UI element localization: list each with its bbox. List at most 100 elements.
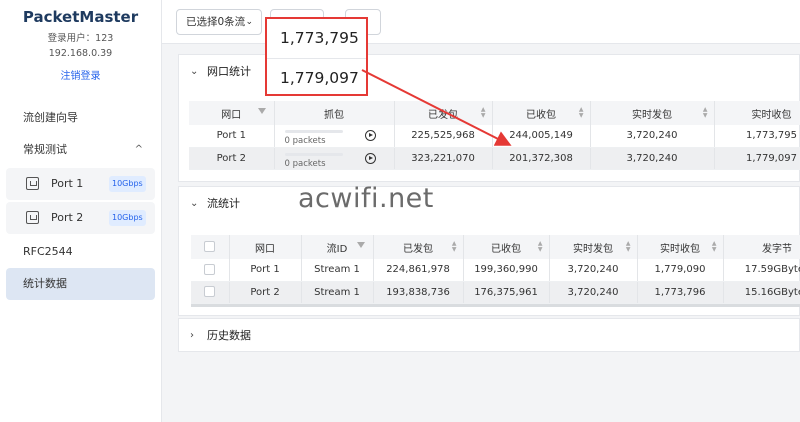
- sidebar-item-regular-test[interactable]: 常规测试 ^: [0, 134, 161, 166]
- device-ip-label: 192.168.0.39: [48, 48, 113, 59]
- sort-icon[interactable]: ▲ ▼: [626, 241, 631, 253]
- row-checkbox-cell: [191, 259, 230, 282]
- col-header-rt-sent[interactable]: 实时发包 ▲ ▼: [590, 101, 715, 125]
- sidebar-item-label: 统计数据: [23, 277, 67, 290]
- callout-value-1: 1,773,795: [280, 29, 359, 47]
- cell-capture: 0 packets: [274, 147, 395, 170]
- table-row: Port 2 Stream 1 193,838,736 176,375,961 …: [191, 281, 800, 304]
- filter-icon[interactable]: [257, 108, 266, 114]
- sort-icon[interactable]: ▲ ▼: [481, 107, 486, 119]
- sidebar-item-statistics[interactable]: 统计数据: [6, 268, 155, 300]
- col-header-rt-recv[interactable]: 实时收包▲▼: [714, 101, 800, 125]
- filter-icon[interactable]: [356, 242, 365, 248]
- history-panel: › 历史数据: [178, 318, 800, 352]
- sidebar-item-label: RFC2544: [23, 245, 73, 258]
- col-header-sent[interactable]: 已发包 ▲ ▼: [394, 101, 493, 125]
- login-user-label: 登录用户：123: [47, 33, 114, 44]
- row-checkbox-cell: [191, 281, 230, 304]
- sidebar-item-rfc2544[interactable]: RFC2544: [0, 236, 161, 268]
- horizontal-scrollbar[interactable]: [191, 303, 800, 307]
- panel-title: 流统计: [207, 197, 240, 210]
- flow-stats-panel: ⌄ 流统计 网口 流ID 已发包 ▲ ▼ 已收包 ▲ ▼ 实时发包 ▲ ▼ 实时收包 ▲ ▼ 发…: [178, 186, 800, 316]
- speed-badge: 10Gbps: [109, 210, 146, 226]
- sidebar: PacketMaster 登录用户：123 192.168.0.39 注销登录 …: [0, 0, 162, 422]
- table-row: Port 2 0 packets 323,221,070 201,372,308…: [189, 147, 800, 170]
- capture-progress-bar: [284, 152, 343, 156]
- flow-select-dropdown[interactable]: 已选择0条流 ⌄: [176, 9, 262, 35]
- chevron-right-icon: ›: [190, 330, 194, 341]
- col-header-rt-sent[interactable]: 实时发包 ▲ ▼: [549, 235, 638, 259]
- ethernet-port-icon: [26, 177, 39, 190]
- play-icon[interactable]: [364, 152, 376, 164]
- play-icon[interactable]: [364, 130, 376, 141]
- chevron-down-icon: ⌄: [190, 198, 199, 209]
- sidebar-item-port-2[interactable]: Port 2 10Gbps: [6, 202, 155, 234]
- col-header-port: 网口: [229, 235, 302, 259]
- cell-rt-recv: 1,779,097: [714, 147, 800, 170]
- cell-bytes: 17.59GBytes: [723, 259, 800, 282]
- col-header-port[interactable]: 网口: [189, 101, 275, 125]
- chevron-down-icon: ⌄: [190, 66, 199, 77]
- cell-sent: 193,838,736: [373, 281, 464, 304]
- row-checkbox[interactable]: [204, 264, 216, 275]
- logout-link[interactable]: 注销登录: [0, 67, 161, 82]
- cell-received: 176,375,961: [463, 281, 550, 304]
- col-header-received[interactable]: 已收包 ▲ ▼: [492, 101, 591, 125]
- col-header-bytes: 发字节: [723, 235, 800, 259]
- col-header-capture: 抓包: [274, 101, 395, 125]
- cell-rt-sent: 3,720,240: [549, 281, 638, 304]
- sort-icon[interactable]: ▲ ▼: [579, 107, 584, 119]
- flow-stats-header[interactable]: ⌄ 流统计: [179, 187, 799, 221]
- speed-badge: 10Gbps: [109, 176, 146, 192]
- flow-stats-table: 网口 流ID 已发包 ▲ ▼ 已收包 ▲ ▼ 实时发包 ▲ ▼ 实时收包 ▲ ▼ 发字节 Por…: [191, 235, 800, 304]
- cell-port: Port 1: [229, 259, 302, 282]
- row-checkbox[interactable]: [204, 286, 216, 298]
- sidebar-item-port-1[interactable]: Port 1 10Gbps: [6, 168, 155, 200]
- brand-title: PacketMaster: [22, 8, 139, 26]
- table-row: Port 1 Stream 1 224,861,978 199,360,990 …: [191, 259, 800, 282]
- col-header-sent[interactable]: 已发包 ▲ ▼: [373, 235, 464, 259]
- select-all-checkbox-cell: [191, 235, 230, 259]
- select-all-checkbox[interactable]: [204, 241, 216, 253]
- capture-progress-bar: [284, 130, 343, 133]
- flow-select-label: 已选择0条流: [186, 16, 246, 28]
- table-row: Port 1 0 packets 225,525,968 244,005,149…: [189, 125, 800, 148]
- sidebar-item-label: Port 1: [51, 177, 84, 190]
- cell-capture: 0 packets: [274, 125, 395, 148]
- cell-received: 244,005,149: [492, 125, 591, 148]
- panel-title: 历史数据: [207, 329, 251, 342]
- sidebar-item-label: Port 2: [51, 211, 84, 224]
- capture-count: 0 packets: [284, 136, 326, 146]
- cell-sent: 225,525,968: [394, 125, 493, 148]
- panel-title: 网口统计: [207, 65, 251, 78]
- col-header-received[interactable]: 已收包 ▲ ▼: [463, 235, 550, 259]
- top-toolbar: 已选择0条流 ⌄: [162, 0, 800, 44]
- callout-value-2: 1,779,097: [280, 69, 359, 87]
- cell-rt-recv: 1,779,090: [637, 259, 724, 282]
- flow-stats-table-wrap: 网口 流ID 已发包 ▲ ▼ 已收包 ▲ ▼ 实时发包 ▲ ▼ 实时收包 ▲ ▼ 发字节 Por…: [191, 235, 800, 307]
- cell-rt-sent: 3,720,240: [590, 125, 715, 148]
- sidebar-nav: 流创建向导 常规测试 ^ Port 1 10Gbps Port 2 10Gbps…: [0, 102, 161, 300]
- sort-icon[interactable]: ▲ ▼: [538, 241, 543, 253]
- cell-port: Port 1: [189, 125, 275, 148]
- cell-received: 201,372,308: [492, 147, 591, 170]
- cell-bytes: 15.16GBytes: [723, 281, 800, 304]
- port-stats-table-wrap: 网口 抓包 已发包▲▼ 已收包▲▼ 实时发包▲▼ 实时收包▲▼ Port 1 0…: [189, 101, 800, 170]
- history-header[interactable]: › 历史数据: [179, 319, 799, 353]
- chevron-down-icon: ⌄: [245, 17, 253, 27]
- sort-icon[interactable]: ▲ ▼: [703, 107, 708, 119]
- cell-port: Port 2: [229, 281, 302, 304]
- cell-received: 199,360,990: [463, 259, 550, 282]
- col-header-rt-recv[interactable]: 实时收包▲▼: [637, 235, 724, 259]
- chevron-up-icon: ^: [134, 144, 143, 155]
- sidebar-item-flow-wizard[interactable]: 流创建向导: [0, 102, 161, 134]
- cell-rt-sent: 3,720,240: [549, 259, 638, 282]
- cell-flow-id: Stream 1: [301, 259, 374, 282]
- cell-rt-recv: 1,773,796: [637, 281, 724, 304]
- col-header-flow-id[interactable]: 流ID: [301, 235, 374, 259]
- callout-divider: [267, 58, 366, 59]
- sort-icon[interactable]: ▲ ▼: [712, 241, 717, 253]
- zoom-callout: 1,773,795 1,779,097: [265, 17, 368, 96]
- cell-sent: 323,221,070: [394, 147, 493, 170]
- sort-icon[interactable]: ▲ ▼: [452, 241, 457, 253]
